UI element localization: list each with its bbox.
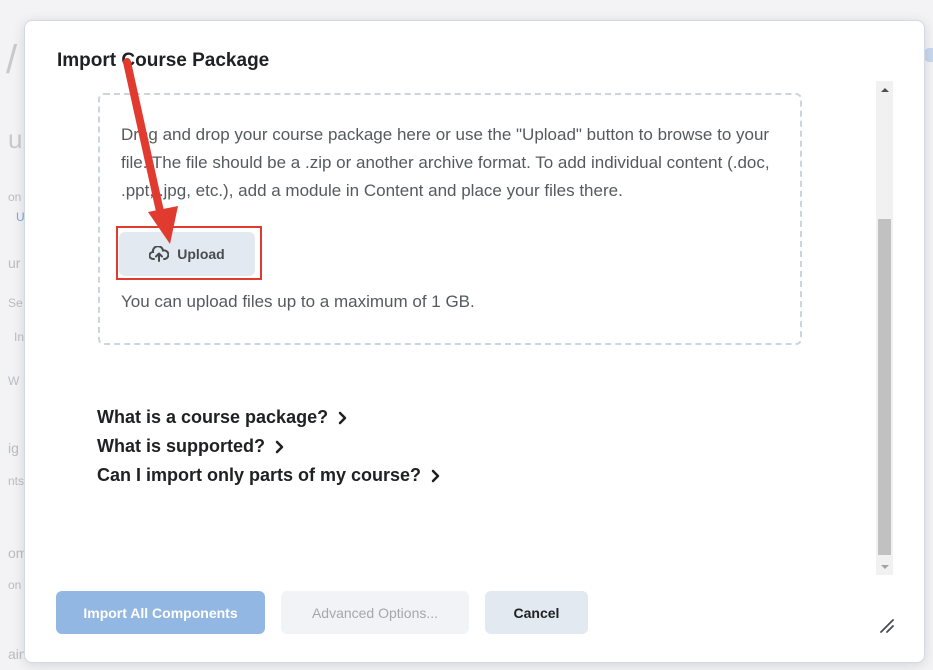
scroll-up-arrow-icon[interactable] xyxy=(876,81,893,98)
dialog-scrollbar[interactable] xyxy=(876,81,893,575)
dialog-title: Import Course Package xyxy=(57,50,270,71)
bg-text-fragment: ig xyxy=(8,440,19,456)
cancel-button[interactable]: Cancel xyxy=(485,591,588,634)
chevron-right-icon xyxy=(338,411,352,425)
advanced-options-button[interactable]: Advanced Options... xyxy=(281,591,469,634)
cloud-upload-icon xyxy=(149,246,170,262)
help-link-label: What is supported? xyxy=(97,436,265,456)
scroll-down-arrow-icon[interactable] xyxy=(876,558,893,575)
upload-button-label: Upload xyxy=(177,246,225,262)
resize-grip-icon[interactable] xyxy=(878,617,894,633)
bg-text-fragment: on xyxy=(8,190,22,204)
help-link-import-parts[interactable]: Can I import only parts of my course? xyxy=(97,461,445,490)
chevron-right-icon xyxy=(275,440,289,454)
bg-text-fragment: nts xyxy=(8,474,25,488)
import-course-dialog: Import Course Package Drag and drop your… xyxy=(24,20,925,663)
drop-instructions: Drag and drop your course package here o… xyxy=(121,125,770,200)
bg-text-fragment: In xyxy=(14,330,25,344)
help-links: What is a course package? What is suppor… xyxy=(97,403,445,490)
upload-button[interactable]: Upload xyxy=(119,232,255,276)
import-all-components-button[interactable]: Import All Components xyxy=(56,591,265,634)
bg-breadcrumb-slash: / xyxy=(6,38,18,82)
bg-text-fragment: ur xyxy=(8,255,21,271)
upload-limit-text: You can upload files up to a maximum of … xyxy=(121,292,475,311)
bg-text-fragment: on xyxy=(8,578,22,592)
help-link-course-package[interactable]: What is a course package? xyxy=(97,403,445,432)
chevron-right-icon xyxy=(431,469,445,483)
scrollbar-thumb[interactable] xyxy=(878,219,891,555)
help-link-label: What is a course package? xyxy=(97,407,329,427)
bg-heading-fragment: u xyxy=(8,124,23,154)
help-link-label: Can I import only parts of my course? xyxy=(97,465,422,485)
bg-text-fragment: W xyxy=(8,374,20,388)
help-link-supported[interactable]: What is supported? xyxy=(97,432,445,461)
bg-text-fragment: Se xyxy=(8,296,23,310)
file-drop-zone[interactable]: Drag and drop your course package here o… xyxy=(98,93,802,345)
